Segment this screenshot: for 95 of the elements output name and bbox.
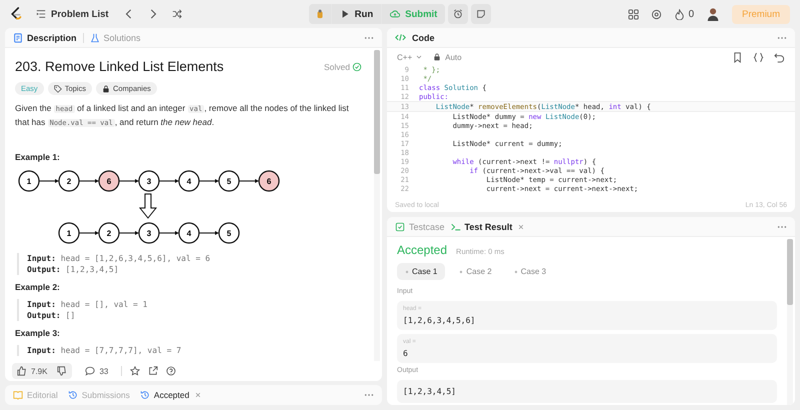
shuffle-icon[interactable]	[172, 9, 182, 19]
parameter-value: 6	[403, 349, 409, 358]
list-node: 1	[18, 170, 40, 192]
example-heading: Example 2:	[15, 282, 61, 292]
comment-icon	[85, 366, 96, 376]
alarm-clock-button[interactable]	[448, 4, 468, 24]
list-node: 4	[178, 170, 200, 192]
play-icon	[340, 9, 350, 19]
flask-icon	[90, 32, 100, 42]
thumbs-down-icon	[57, 366, 68, 376]
list-node: 2	[58, 170, 80, 192]
output-value: [1,2,3,4,5]	[403, 387, 457, 396]
link-arrow	[78, 231, 99, 235]
comments-button[interactable]: 33	[80, 363, 114, 379]
example-line: Input: head = [], val = 1	[27, 299, 148, 310]
bookmark-icon[interactable]	[732, 52, 743, 62]
example-heading: Example 3:	[15, 328, 61, 338]
more-options-icon[interactable]	[364, 36, 374, 40]
panel-tab[interactable]: Test Result	[450, 222, 524, 232]
book-icon	[13, 390, 23, 400]
tag-icon	[54, 84, 62, 92]
braces-icon[interactable]	[753, 52, 764, 62]
list-node: 6	[98, 170, 120, 192]
down-arrow	[138, 194, 158, 219]
note-icon	[476, 9, 486, 19]
link-arrow	[198, 231, 219, 235]
verdict-text: Accepted	[397, 243, 448, 257]
list-node: 5	[218, 170, 240, 192]
case-tab[interactable]: Case 1	[397, 263, 446, 280]
link-arrow	[118, 231, 139, 235]
note-button[interactable]	[471, 4, 492, 24]
link-arrow	[118, 179, 139, 183]
case-tab[interactable]: Case 2	[451, 263, 500, 280]
thumbs-up-icon	[17, 366, 27, 376]
scrollbar[interactable]	[374, 50, 380, 361]
example-line: Input: head = [1,2,6,3,4,5,6], val = 6	[27, 253, 212, 264]
close-icon[interactable]	[518, 224, 524, 230]
list-node: 6	[258, 170, 280, 192]
solved-status: Solved	[324, 62, 362, 72]
parameter-value: [1,2,6,3,4,5,6]	[403, 316, 476, 325]
undo-icon[interactable]	[774, 52, 785, 62]
case-tab[interactable]: Case 3	[506, 263, 554, 280]
cloud-upload-icon	[390, 9, 400, 19]
chevron-down-icon	[415, 53, 424, 61]
link-arrow	[158, 179, 179, 183]
help-icon[interactable]	[166, 366, 176, 376]
list-node: 4	[178, 222, 200, 244]
history-icon	[68, 390, 78, 400]
share-icon[interactable]	[148, 366, 158, 376]
link-arrow	[158, 231, 179, 235]
list-icon	[36, 9, 46, 19]
alarm-clock-icon	[453, 9, 464, 19]
bottom-tab[interactable]: Accepted	[140, 390, 202, 400]
panel-tab[interactable]: Description	[13, 32, 77, 42]
scrollbar[interactable]	[787, 239, 793, 405]
example-heading: Example 1:	[15, 152, 61, 162]
example-line: Output: []	[27, 310, 76, 321]
checkbox-icon	[395, 222, 405, 232]
close-icon[interactable]	[195, 392, 202, 398]
more-options-icon[interactable]	[777, 36, 787, 40]
language-dropdown[interactable]: C++	[397, 52, 424, 62]
bug-icon	[314, 9, 325, 19]
lock-icon	[433, 53, 442, 61]
lock-icon	[102, 84, 110, 92]
terminal-icon	[450, 222, 461, 232]
chevron-left-icon[interactable]	[124, 9, 134, 19]
problem-title: 203. Remove Linked List Elements	[15, 59, 224, 74]
check-circle-icon	[352, 62, 362, 72]
code-panel-title: Code	[412, 32, 434, 42]
flame-icon[interactable]	[674, 8, 686, 20]
more-options-icon[interactable]	[777, 224, 787, 228]
problem-list-button[interactable]: Problem List	[36, 8, 109, 20]
list-node: 1	[58, 222, 80, 244]
star-icon[interactable]	[130, 366, 140, 376]
link-arrow	[198, 179, 219, 183]
list-node: 2	[98, 222, 120, 244]
history-icon	[140, 390, 150, 400]
link-arrow	[78, 179, 99, 183]
list-node: 5	[218, 222, 240, 244]
code-icon	[395, 32, 406, 43]
more-options-icon[interactable]	[364, 393, 374, 397]
settings-icon[interactable]	[651, 8, 662, 20]
streak-count: 0	[688, 8, 694, 20]
document-icon	[13, 32, 23, 42]
link-arrow	[238, 179, 259, 183]
example-line: Output: [1,2,3,4,5]	[27, 264, 120, 275]
example-line: Input: head = [7,7,7,7], val = 7	[27, 345, 182, 356]
avatar-icon[interactable]	[706, 7, 720, 21]
link-arrow	[38, 179, 59, 183]
list-node: 3	[138, 222, 160, 244]
dot-icon	[405, 270, 409, 274]
logo-icon[interactable]	[10, 7, 22, 21]
list-node: 3	[138, 170, 160, 192]
layout-grid-icon[interactable]	[628, 8, 640, 20]
auto-mode-label: Auto	[433, 52, 462, 62]
